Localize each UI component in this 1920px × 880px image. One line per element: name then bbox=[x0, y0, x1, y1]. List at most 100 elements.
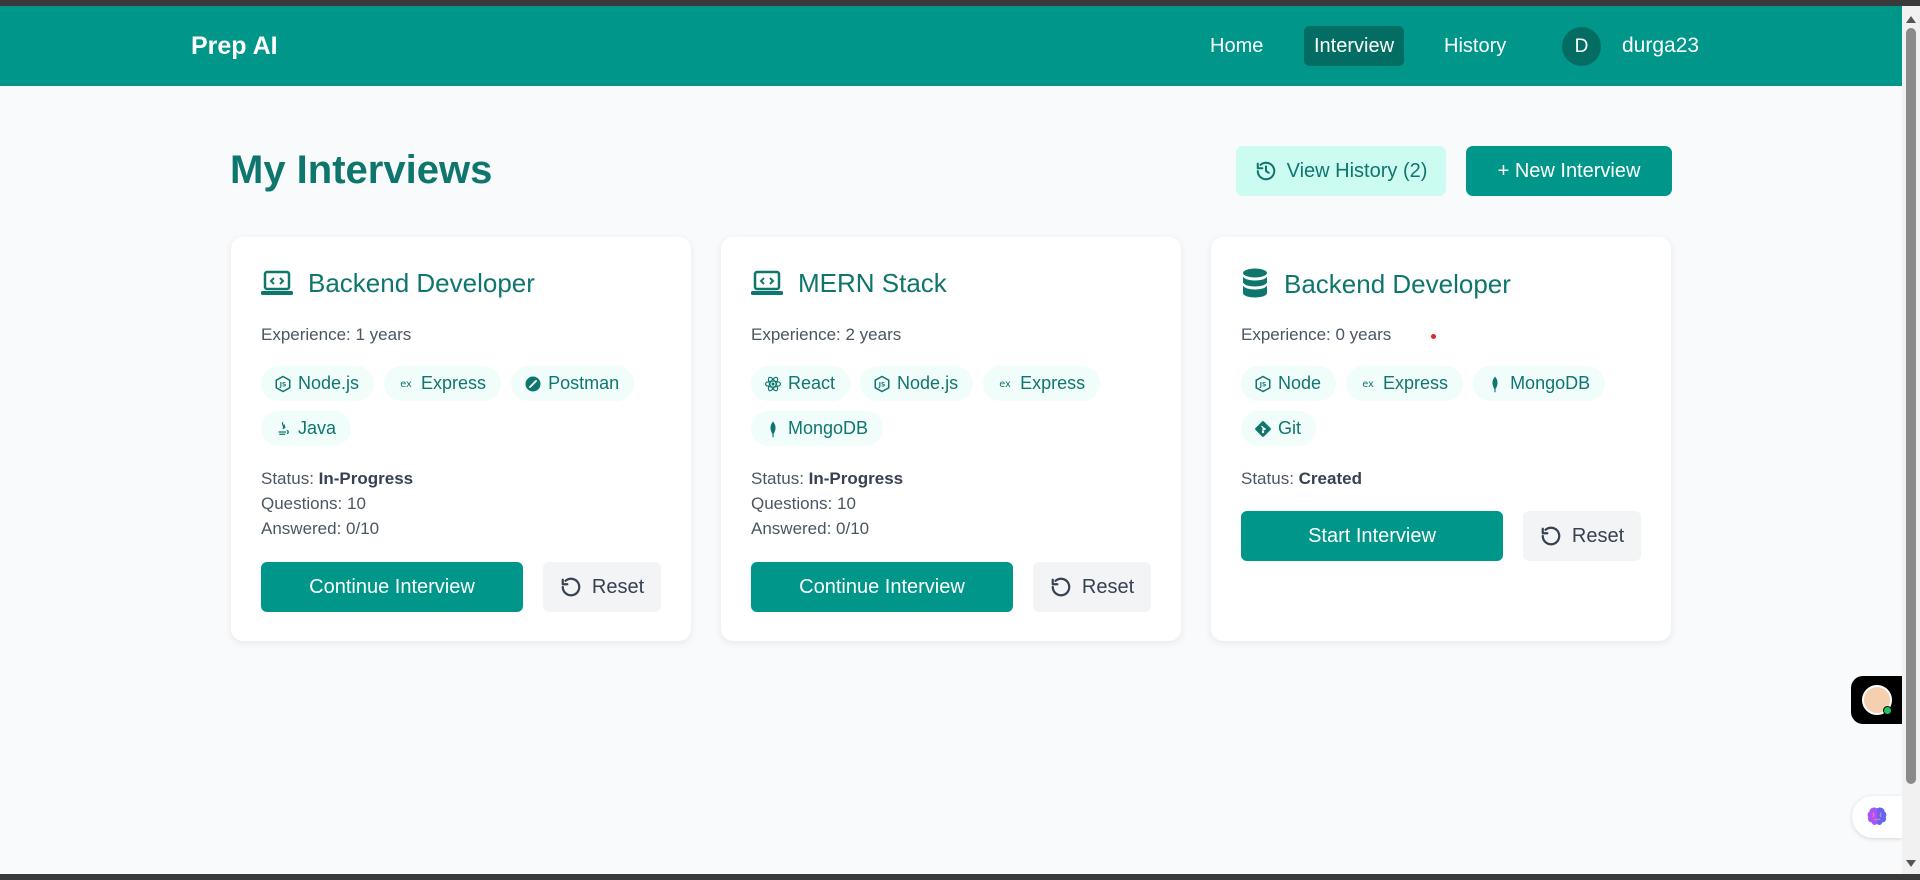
nodejs-icon: JS bbox=[1255, 375, 1271, 392]
new-interview-button[interactable]: + New Interview bbox=[1466, 146, 1672, 196]
status-value: Created bbox=[1298, 469, 1362, 488]
interview-card: Backend Developer Experience: 1 years JS… bbox=[231, 237, 691, 641]
tag-express: ex Express bbox=[384, 366, 502, 401]
status-line: Status: In-Progress bbox=[751, 466, 903, 491]
experience-text: Experience: 0 years bbox=[1241, 325, 1392, 344]
mongodb-icon bbox=[1492, 376, 1498, 392]
laptop-code-icon bbox=[751, 270, 783, 295]
express-icon: ex bbox=[1362, 379, 1374, 390]
status-value: In-Progress bbox=[318, 469, 414, 488]
card-title: Backend Developer bbox=[308, 268, 535, 298]
git-icon bbox=[1255, 420, 1271, 437]
reset-label: Reset bbox=[1571, 524, 1625, 547]
status-value: In-Progress bbox=[808, 469, 904, 488]
nav-interview[interactable]: Interview bbox=[1304, 26, 1405, 66]
history-icon bbox=[1256, 161, 1275, 181]
status-info: Status: In-Progress Questions: 10 Answer… bbox=[261, 466, 413, 541]
scrollbar-thumb[interactable] bbox=[1906, 28, 1916, 784]
reset-icon bbox=[1541, 526, 1561, 546]
interview-card: Backend Developer Experience: 0 years JS… bbox=[1211, 237, 1671, 641]
questions-count: Questions: 10 bbox=[751, 494, 856, 513]
tag-label: MongoDB bbox=[1510, 373, 1591, 393]
scroll-down-arrow-icon[interactable] bbox=[1906, 860, 1916, 867]
laptop-code-icon bbox=[261, 270, 293, 295]
database-icon bbox=[1243, 268, 1267, 298]
tag-git: Git bbox=[1241, 411, 1317, 446]
tag-label: Postman bbox=[548, 373, 620, 393]
tag-nodejs: JS Node.js bbox=[860, 366, 974, 401]
svg-text:ex: ex bbox=[999, 379, 1011, 390]
online-indicator bbox=[1882, 706, 1892, 715]
card-title: Backend Developer bbox=[1284, 268, 1511, 299]
nav-home[interactable]: Home bbox=[1200, 26, 1273, 66]
tag-label: Express bbox=[1020, 373, 1086, 393]
continue-interview-button[interactable]: Continue Interview bbox=[261, 562, 523, 612]
reset-button[interactable]: Reset bbox=[1033, 562, 1151, 612]
experience-text: Experience: 1 years bbox=[261, 325, 412, 344]
reset-label: Reset bbox=[1081, 575, 1135, 598]
status-line: Status: Created bbox=[1241, 466, 1362, 491]
window-bottom-border bbox=[0, 874, 1920, 880]
tag-label: Java bbox=[298, 418, 337, 438]
username[interactable]: durga23 bbox=[1622, 26, 1699, 66]
brain-icon bbox=[1867, 807, 1887, 826]
svg-text:ex: ex bbox=[400, 379, 412, 390]
express-icon: ex bbox=[400, 379, 412, 390]
svg-text:JS: JS bbox=[279, 381, 287, 388]
tag-label: React bbox=[788, 373, 836, 393]
page-title: My Interviews bbox=[230, 148, 493, 192]
tech-tags: JS Node.js ex Express Postman Java bbox=[261, 366, 671, 446]
nav-history[interactable]: History bbox=[1434, 26, 1516, 66]
tag-label: MongoDB bbox=[788, 418, 869, 438]
view-history-label: View History (2) bbox=[1286, 159, 1428, 182]
ai-assistant-button[interactable] bbox=[1852, 796, 1902, 838]
start-interview-button[interactable]: Start Interview bbox=[1241, 511, 1503, 561]
tag-label: Node bbox=[1278, 373, 1322, 393]
chat-widget-button[interactable] bbox=[1851, 676, 1902, 724]
tag-node: JS Node bbox=[1241, 366, 1337, 401]
nodejs-icon: JS bbox=[275, 375, 291, 392]
brand-logo[interactable]: Prep AI bbox=[191, 32, 278, 61]
tag-label: Express bbox=[421, 373, 487, 393]
tag-postman: Postman bbox=[511, 366, 635, 401]
view-history-button[interactable]: View History (2) bbox=[1236, 146, 1446, 196]
card-title: MERN Stack bbox=[798, 268, 947, 298]
express-icon: ex bbox=[999, 379, 1011, 390]
questions-count: Questions: 10 bbox=[261, 494, 366, 513]
postman-icon bbox=[525, 376, 541, 391]
tag-react: React bbox=[751, 366, 851, 401]
tag-mongodb: MongoDB bbox=[1473, 366, 1606, 401]
reset-icon bbox=[561, 577, 581, 597]
experience-text: Experience: 2 years bbox=[751, 325, 902, 344]
tag-express: ex Express bbox=[1346, 366, 1464, 401]
tag-label: Node.js bbox=[298, 373, 360, 393]
chat-avatar-icon bbox=[1861, 685, 1892, 715]
status-label: Status: bbox=[261, 469, 314, 488]
mongodb-icon bbox=[770, 421, 776, 437]
reset-button[interactable]: Reset bbox=[1523, 511, 1641, 561]
scroll-up-arrow-icon[interactable] bbox=[1906, 16, 1916, 23]
reset-button[interactable]: Reset bbox=[543, 562, 661, 612]
answered-count: Answered: 0/10 bbox=[751, 519, 870, 538]
reset-icon bbox=[1051, 577, 1071, 597]
status-info: Status: In-Progress Questions: 10 Answer… bbox=[751, 466, 903, 541]
status-info: Status: Created bbox=[1241, 466, 1362, 491]
interview-card: MERN Stack Experience: 2 years React JS … bbox=[721, 237, 1181, 641]
svg-text:JS: JS bbox=[878, 381, 886, 388]
status-line: Status: In-Progress bbox=[261, 466, 413, 491]
answered-count: Answered: 0/10 bbox=[261, 519, 380, 538]
continue-interview-button[interactable]: Continue Interview bbox=[751, 562, 1013, 612]
tag-java: Java bbox=[261, 411, 352, 446]
tech-tags: React JS Node.js ex Express MongoDB bbox=[751, 366, 1161, 446]
status-label: Status: bbox=[1241, 469, 1294, 488]
cursor-dot bbox=[1431, 334, 1436, 339]
nodejs-icon: JS bbox=[874, 375, 890, 392]
user-avatar[interactable]: D bbox=[1562, 27, 1601, 66]
react-icon bbox=[764, 376, 782, 391]
tag-label: Node.js bbox=[897, 373, 959, 393]
tag-mongodb: MongoDB bbox=[751, 411, 884, 446]
navbar: Prep AI Home Interview History D durga23 bbox=[0, 6, 1902, 86]
tech-tags: JS Node ex Express MongoDB Git bbox=[1241, 366, 1651, 446]
status-label: Status: bbox=[751, 469, 804, 488]
reset-label: Reset bbox=[591, 575, 645, 598]
